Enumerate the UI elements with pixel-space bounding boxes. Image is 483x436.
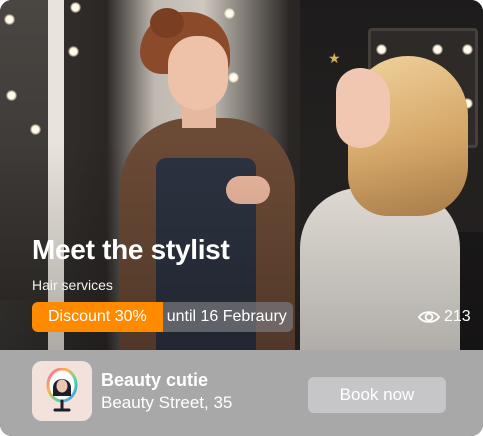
service-card[interactable]: ★ Meet the stylist Hair services Discoun… (0, 0, 483, 436)
book-now-button[interactable]: Book now (308, 377, 446, 413)
discount-badge: Discount 30% (32, 302, 163, 332)
card-title: Meet the stylist (32, 234, 230, 265)
business-address: Beauty Street, 35 (101, 393, 233, 412)
views-count: 213 (444, 308, 471, 325)
promo-badge: Discount 30% until 16 Febraury (32, 302, 293, 332)
mirror-portrait-logo-icon (32, 361, 92, 421)
eye-icon (418, 309, 440, 325)
discount-validity: until 16 Febraury (162, 302, 293, 332)
photo-shade (0, 0, 483, 352)
views-counter: 213 (418, 305, 471, 329)
business-name: Beauty cutie (101, 370, 209, 390)
business-bar: Beauty cutie Beauty Street, 35 Book now (0, 350, 483, 436)
service-category: Hair services (32, 277, 113, 293)
hero-photo: ★ (0, 0, 483, 352)
